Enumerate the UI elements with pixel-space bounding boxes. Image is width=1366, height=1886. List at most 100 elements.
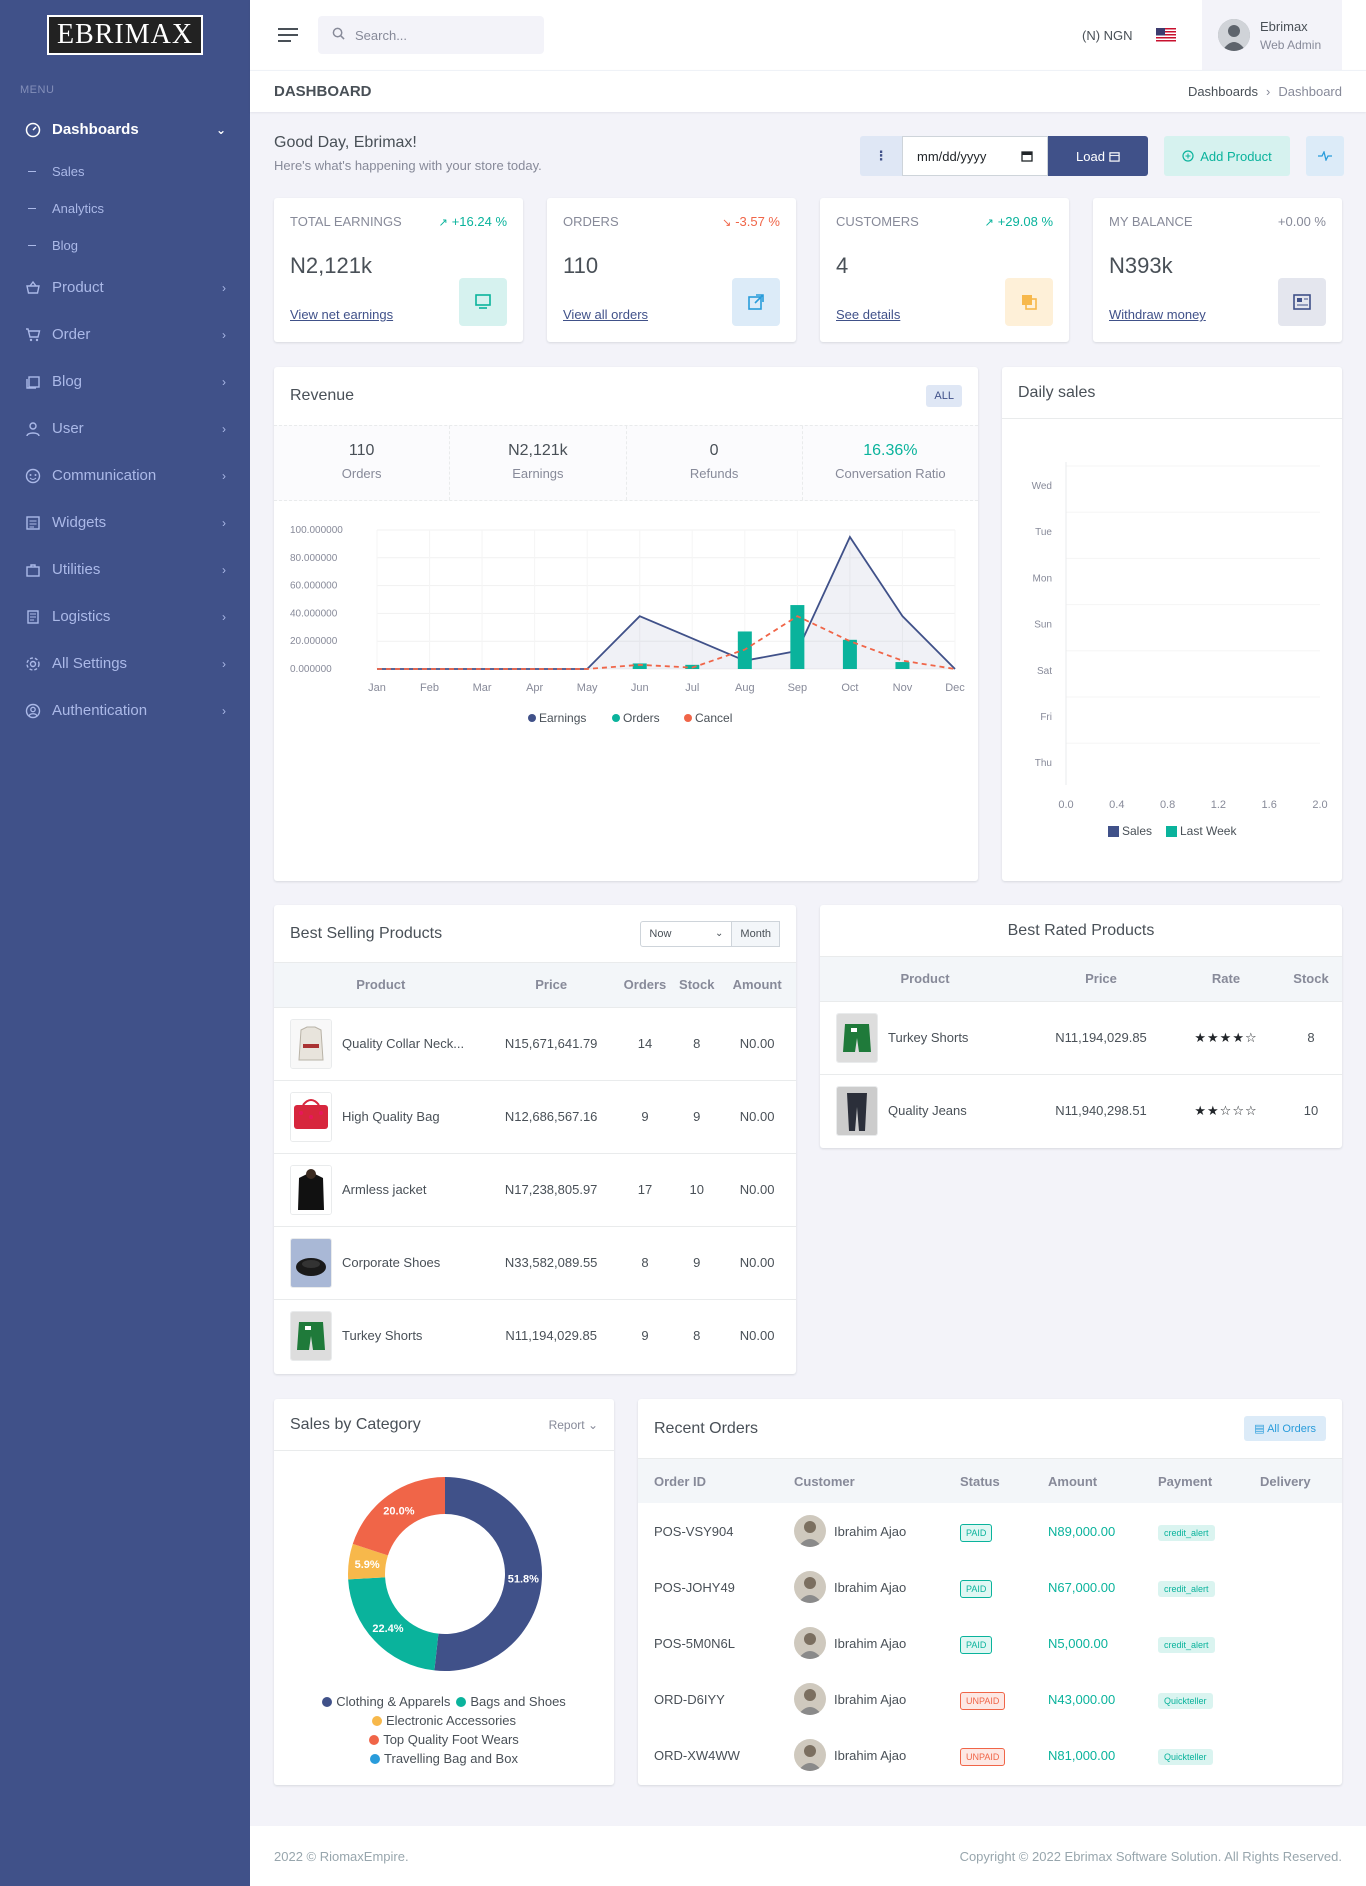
kpi-link[interactable]: Withdraw money <box>1109 307 1206 322</box>
legend-label[interactable]: Orders <box>623 711 660 725</box>
sidebar-subitem-label: Analytics <box>52 201 105 216</box>
chevron-right-icon: › <box>222 374 226 389</box>
dash-icon <box>28 208 36 209</box>
date-input[interactable]: mm/dd/yyyy <box>902 136 1048 176</box>
product-thumbnail <box>290 1164 332 1215</box>
product-name[interactable]: Quality Jeans <box>888 1103 967 1118</box>
product-name[interactable]: Quality Collar Neck... <box>342 1036 464 1051</box>
user-role: Web Admin <box>1260 37 1322 52</box>
report-dropdown[interactable]: Report ⌄ <box>549 1418 598 1432</box>
table-row[interactable]: Turkey Shorts N11,194,029.85 ★★★★☆ 8 <box>820 1000 1342 1074</box>
product-stock: 9 <box>675 1079 719 1153</box>
brand-logo[interactable]: EBRIMAX <box>0 0 250 70</box>
star-rating: ★★☆☆☆ <box>1172 1073 1280 1147</box>
kpi-link[interactable]: See details <box>836 307 900 322</box>
column-header: Orders <box>614 963 676 1007</box>
calendar-icon[interactable] <box>1021 150 1033 162</box>
product-stock: 8 <box>1280 1000 1342 1074</box>
product-name[interactable]: Corporate Shoes <box>342 1255 440 1270</box>
order-id[interactable]: POS-JOHY49 <box>638 1559 778 1615</box>
kpi-link[interactable]: View net earnings <box>290 307 393 322</box>
table-row[interactable]: High Quality Bag N12,686,567.16 9 9 N0.00 <box>274 1079 796 1153</box>
search-icon <box>332 27 345 43</box>
product-orders: 9 <box>614 1298 676 1372</box>
order-id[interactable]: POS-5M0N6L <box>638 1615 778 1671</box>
table-row[interactable]: Quality Jeans N11,940,298.51 ★★☆☆☆ 10 <box>820 1073 1342 1147</box>
table-row[interactable]: ORD-D6IYY Ibrahim Ajao UNPAID N43,000.00 Qui… <box>638 1671 1342 1727</box>
sidebar-item-dashboards[interactable]: Dashboards ⌄ <box>0 106 250 153</box>
order-amount: N89,000.00 <box>1048 1523 1116 1539</box>
load-button[interactable]: Load <box>1048 136 1148 176</box>
sidebar-item-utilities[interactable]: Utilities › <box>0 546 250 593</box>
legend-label[interactable]: Cancel <box>695 711 732 725</box>
revenue-filter-all-button[interactable]: ALL <box>926 385 962 407</box>
sidebar-item-authentication[interactable]: Authentication › <box>0 687 250 734</box>
activity-button[interactable] <box>1306 136 1344 176</box>
customer-name: Ibrahim Ajao <box>834 1523 907 1539</box>
chevron-down-icon: ⌄ <box>215 122 226 137</box>
column-header: Customer <box>778 1459 944 1503</box>
sidebar-item-communication[interactable]: Communication › <box>0 452 250 499</box>
table-row[interactable]: Turkey Shorts N11,194,029.85 9 8 N0.00 <box>274 1298 796 1372</box>
legend-item[interactable]: Top Quality Foot Wears <box>369 1732 519 1747</box>
table-row[interactable]: ORD-XW4WW Ibrahim Ajao UNPAID N81,000.00 Qui… <box>638 1727 1342 1783</box>
column-header: Product <box>274 963 488 1007</box>
order-id[interactable]: ORD-D6IYY <box>638 1671 778 1727</box>
us-flag-icon[interactable] <box>1156 27 1176 43</box>
hamburger-menu-button[interactable] <box>278 24 298 46</box>
sidebar-item-logistics[interactable]: Logistics › <box>0 593 250 640</box>
star-filled-icon: ★ <box>1207 1029 1220 1045</box>
month-button[interactable]: Month <box>732 920 780 947</box>
table-row[interactable]: POS-JOHY49 Ibrahim Ajao PAID N67,000.00 cred… <box>638 1559 1342 1615</box>
sidebar-item-blog[interactable]: Blog › <box>0 358 250 405</box>
order-id[interactable]: POS-VSY904 <box>638 1503 778 1559</box>
user-menu[interactable]: Ebrimax Web Admin <box>1202 0 1342 70</box>
product-name[interactable]: Turkey Shorts <box>342 1328 422 1343</box>
product-name[interactable]: Armless jacket <box>342 1182 427 1197</box>
sidebar-subitem-analytics[interactable]: Analytics <box>0 190 250 227</box>
product-name[interactable]: Turkey Shorts <box>888 1030 968 1045</box>
add-product-button[interactable]: Add Product <box>1164 136 1290 176</box>
breadcrumb-link[interactable]: Dashboards <box>1188 84 1258 99</box>
chevron-right-icon: › <box>222 515 226 530</box>
sidebar-subitem-sales[interactable]: Sales <box>0 153 250 190</box>
table-row[interactable]: POS-VSY904 Ibrahim Ajao PAID N89,000.00 cred… <box>638 1503 1342 1559</box>
delivery-cell <box>1244 1671 1342 1727</box>
basket-icon <box>24 279 42 297</box>
sidebar-item-product[interactable]: Product › <box>0 264 250 311</box>
best-selling-card: Best Selling Products Now ⌄ Month Produc… <box>274 905 796 1374</box>
legend-item[interactable]: Travelling Bag and Box <box>370 1751 518 1766</box>
news-icon <box>1278 278 1326 326</box>
more-options-button[interactable]: ⋮ <box>860 136 902 176</box>
search-input[interactable]: Search... <box>318 16 544 54</box>
briefcase-icon <box>24 561 42 579</box>
table-row[interactable]: Armless jacket N17,238,805.97 17 10 N0.00 <box>274 1152 796 1226</box>
table-row[interactable]: Corporate Shoes N33,582,089.55 8 9 N0.00 <box>274 1225 796 1299</box>
currency-selector[interactable]: (N) NGN <box>1082 28 1133 43</box>
product-amount: N0.00 <box>718 1225 796 1299</box>
revenue-stat: 16.36% Conversation Ratio <box>803 426 978 500</box>
dash-icon <box>28 171 36 172</box>
legend-marker <box>1166 826 1177 837</box>
legend-item[interactable]: Bags and Shoes <box>456 1694 566 1709</box>
sidebar-item-all-settings[interactable]: All Settings › <box>0 640 250 687</box>
table-row[interactable]: Quality Collar Neck... N15,671,641.79 14 8 N… <box>274 1006 796 1080</box>
legend-item[interactable]: Electronic Accessories <box>371 1713 516 1728</box>
kpi-link[interactable]: View all orders <box>563 307 648 322</box>
legend-label[interactable]: Earnings <box>539 711 586 725</box>
column-header: Payment <box>1142 1459 1244 1503</box>
legend-item[interactable]: Clothing & Apparels <box>322 1694 450 1709</box>
sidebar-item-order[interactable]: Order › <box>0 311 250 358</box>
logo-initial: E <box>56 19 76 50</box>
product-name[interactable]: High Quality Bag <box>342 1109 440 1124</box>
sidebar-subitem-blog[interactable]: Blog <box>0 227 250 264</box>
all-orders-button[interactable]: ▤ All Orders <box>1244 1416 1326 1441</box>
legend-label[interactable]: Last Week <box>1180 824 1237 838</box>
period-select[interactable]: Now ⌄ <box>640 920 733 947</box>
star-rating: ★★★★☆ <box>1172 1000 1280 1074</box>
sidebar-item-user[interactable]: User › <box>0 405 250 452</box>
order-id[interactable]: ORD-XW4WW <box>638 1727 778 1783</box>
table-row[interactable]: POS-5M0N6L Ibrahim Ajao PAID N5,000.00 credi… <box>638 1615 1342 1671</box>
sidebar-item-widgets[interactable]: Widgets › <box>0 499 250 546</box>
legend-label[interactable]: Sales <box>1122 824 1152 838</box>
